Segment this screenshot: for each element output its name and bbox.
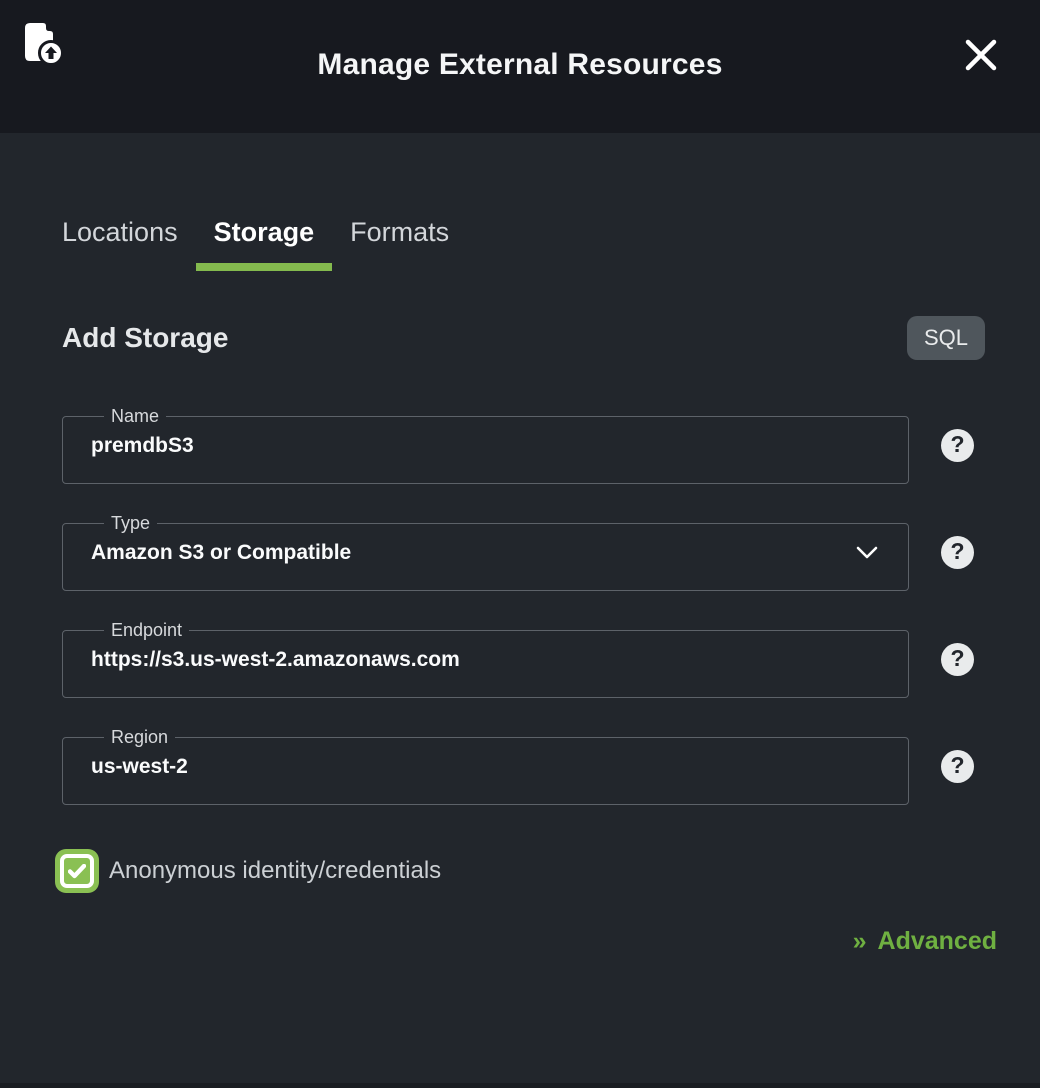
tab-storage[interactable]: Storage [196, 217, 333, 271]
type-select[interactable]: Amazon S3 or Compatible [91, 532, 880, 565]
region-help-icon[interactable]: ? [941, 750, 974, 783]
name-help-icon[interactable]: ? [941, 429, 974, 462]
advanced-label: Advanced [878, 927, 997, 956]
section-head: Add Storage SQL [62, 313, 974, 363]
type-field-label: Type [104, 514, 157, 532]
name-field-label: Name [104, 407, 166, 425]
region-field-label: Region [104, 728, 175, 746]
close-icon[interactable] [962, 36, 1000, 74]
type-field-row: Type Amazon S3 or Compatible ? [62, 514, 974, 591]
dialog-title: Manage External Resources [317, 48, 722, 82]
dialog-body: Locations Storage Formats Add Storage SQ… [0, 217, 1040, 956]
sql-button[interactable]: SQL [907, 316, 985, 360]
region-input[interactable] [91, 746, 880, 779]
checkmark-icon [60, 854, 94, 888]
tab-locations[interactable]: Locations [44, 217, 196, 271]
external-resource-upload-icon [20, 20, 64, 68]
dialog-bottom-edge [0, 1083, 1040, 1088]
endpoint-field-label: Endpoint [104, 621, 189, 639]
endpoint-field-row: Endpoint ? [62, 621, 974, 698]
tab-bar: Locations Storage Formats [44, 217, 974, 271]
tab-formats[interactable]: Formats [332, 217, 467, 271]
type-field: Type Amazon S3 or Compatible [62, 514, 909, 591]
double-chevron-right-icon: » [853, 927, 867, 956]
region-field: Region [62, 728, 909, 805]
endpoint-help-icon[interactable]: ? [941, 643, 974, 676]
advanced-row: » Advanced [62, 927, 997, 956]
endpoint-field: Endpoint [62, 621, 909, 698]
dialog-header: Manage External Resources [0, 0, 1040, 133]
region-field-row: Region ? [62, 728, 974, 805]
name-field: Name [62, 407, 909, 484]
type-select-value: Amazon S3 or Compatible [91, 541, 351, 565]
anonymous-credentials-checkbox[interactable] [55, 849, 99, 893]
anonymous-credentials-row: Anonymous identity/credentials [55, 849, 974, 893]
type-help-icon[interactable]: ? [941, 536, 974, 569]
anonymous-credentials-label: Anonymous identity/credentials [109, 857, 441, 885]
advanced-link[interactable]: » Advanced [853, 927, 997, 956]
chevron-down-icon [856, 546, 878, 560]
name-field-row: Name ? [62, 407, 974, 484]
name-input[interactable] [91, 425, 880, 458]
endpoint-input[interactable] [91, 639, 880, 672]
page-title: Add Storage [62, 322, 228, 354]
